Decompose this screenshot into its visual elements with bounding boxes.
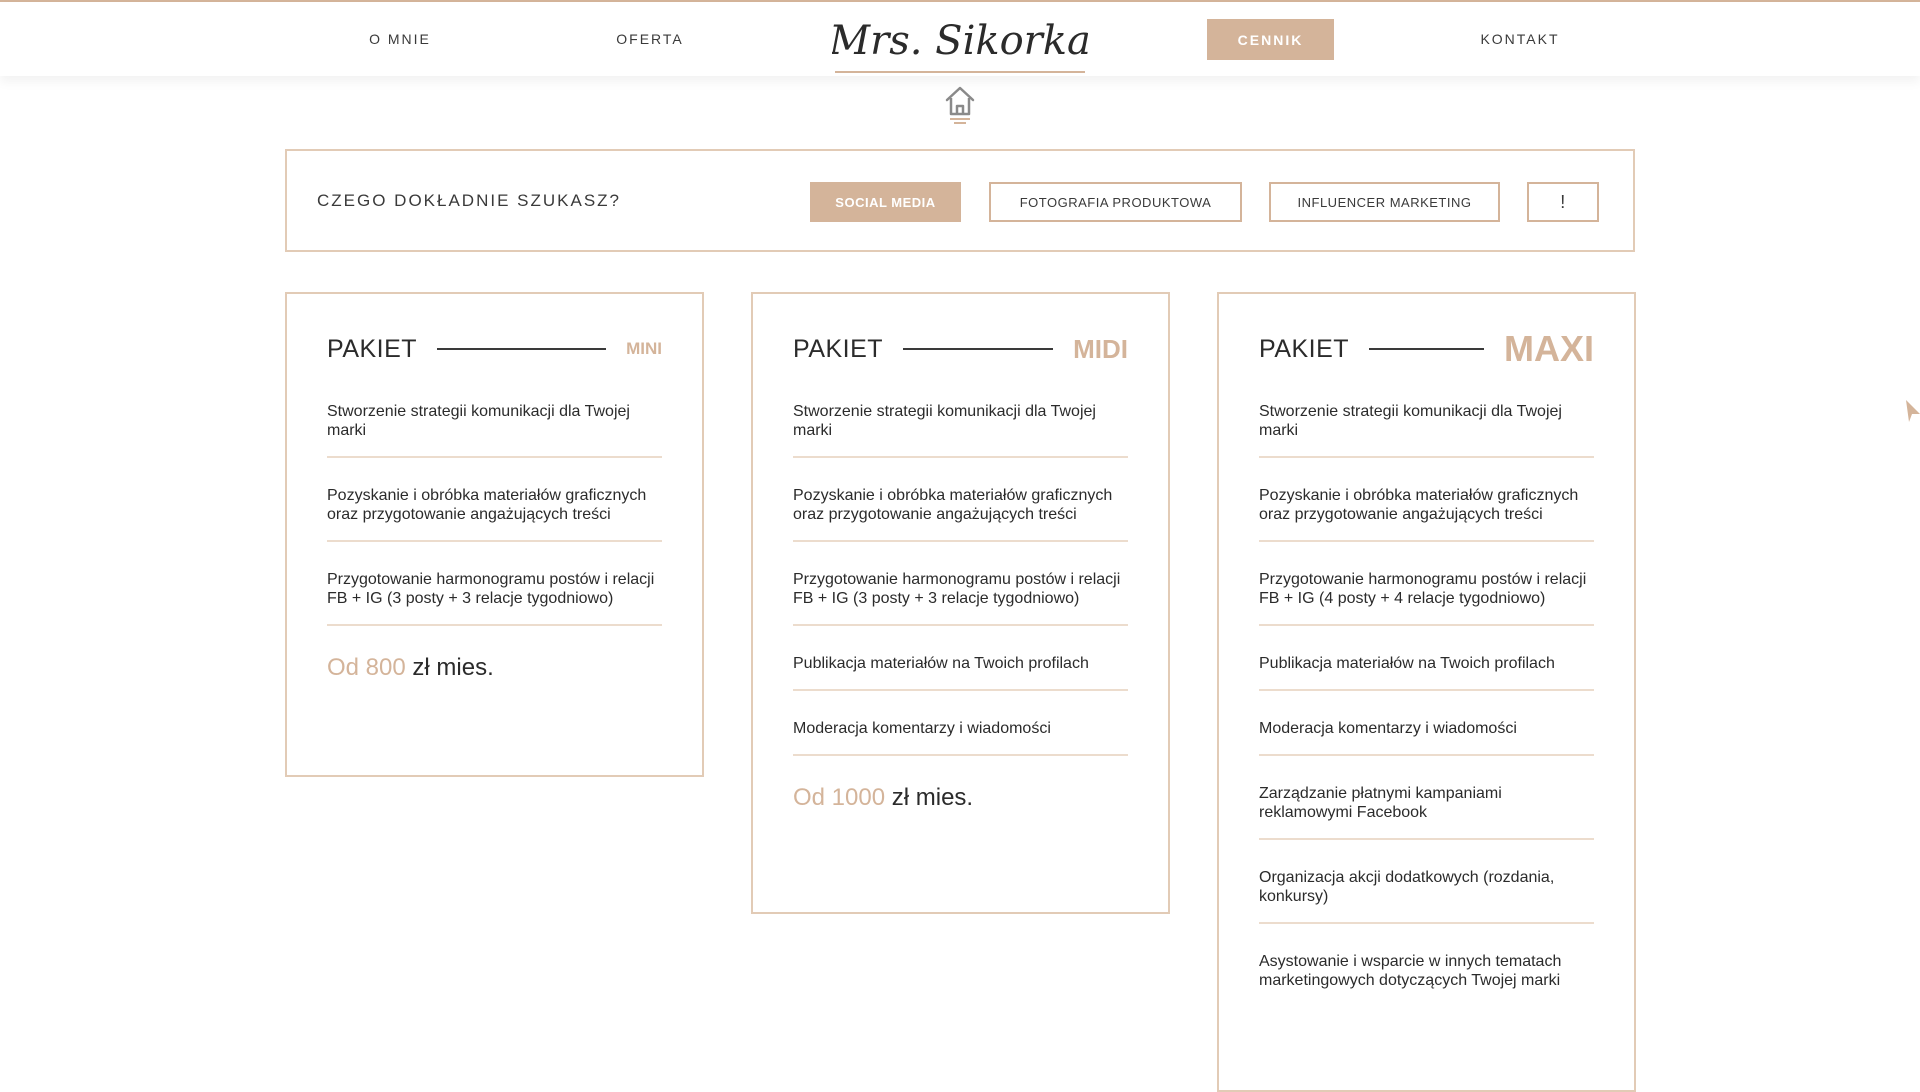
filter-fotografia-produktowa-button[interactable]: FOTOGRAFIA PRODUKTOWA (989, 182, 1242, 222)
header-divider (1369, 348, 1484, 350)
package-feature: Publikacja materiałów na Twoich profilac… (1259, 654, 1594, 691)
package-feature: Przygotowanie harmonogramu postów i rela… (327, 570, 662, 626)
filter-influencer-marketing-button[interactable]: INFLUENCER MARKETING (1269, 182, 1500, 222)
nav-o-mnie[interactable]: O MNIE (340, 2, 460, 76)
cursor-arrow-icon (1906, 400, 1920, 422)
package-card-maxi: PAKIET MAXI Stworzenie strategii komunik… (1217, 292, 1636, 1092)
price-amount: Od 800 (327, 654, 406, 681)
package-label: PAKIET (1259, 334, 1350, 363)
package-feature: Moderacja komentarzy i wiadomości (793, 719, 1128, 756)
price-unit: zł mies. (405, 654, 494, 681)
package-header: PAKIET MIDI (793, 334, 1128, 364)
package-card-mini: PAKIET MINI Stworzenie strategii komunik… (285, 292, 704, 777)
header-divider (437, 348, 607, 350)
package-feature: Przygotowanie harmonogramu postów i rela… (1259, 570, 1594, 626)
package-price: Od 1000 zł mies. (793, 784, 1128, 812)
package-size: MIDI (1073, 333, 1128, 364)
category-filter: CZEGO DOKŁADNIE SZUKASZ? SOCIAL MEDIA FO… (285, 149, 1635, 252)
package-feature: Pozyskanie i obróbka materiałów graficzn… (1259, 486, 1594, 542)
filter-social-media-button[interactable]: SOCIAL MEDIA (810, 182, 961, 222)
package-feature: Przygotowanie harmonogramu postów i rela… (793, 570, 1128, 626)
package-feature: Asystowanie i wsparcie w innych tematach… (1259, 953, 1562, 989)
package-header: PAKIET MINI (327, 334, 662, 364)
header-divider (903, 348, 1054, 350)
logo-script: Mrs. Sikorka (832, 18, 1088, 64)
site-logo[interactable]: Mrs. Sikorka (832, 8, 1088, 76)
price-amount: Od 1000 (793, 784, 886, 811)
package-card-midi: PAKIET MIDI Stworzenie strategii komunik… (751, 292, 1170, 914)
package-feature: Organizacja akcji dodatkowych (rozdania,… (1259, 868, 1594, 924)
package-label: PAKIET (327, 334, 418, 363)
nav-oferta[interactable]: OFERTA (590, 2, 710, 76)
package-feature: Pozyskanie i obróbka materiałów graficzn… (327, 486, 662, 542)
package-price: Od 800 zł mies. (327, 654, 662, 682)
package-label: PAKIET (793, 334, 884, 363)
package-size: MAXI (1504, 328, 1594, 369)
price-unit: zł mies. (885, 784, 974, 811)
package-feature: Publikacja materiałów na Twoich profilac… (793, 654, 1128, 691)
filter-label: CZEGO DOKŁADNIE SZUKASZ? (317, 190, 621, 210)
svg-text:Mrs. Sikorka: Mrs. Sikorka (832, 18, 1088, 64)
nav-kontakt[interactable]: KONTAKT (1460, 2, 1580, 76)
package-feature: Stworzenie strategii komunikacji dla Two… (1259, 402, 1594, 458)
package-feature: Zarządzanie płatnymi kampaniami reklamow… (1259, 784, 1594, 840)
nav-cennik[interactable]: CENNIK (1207, 19, 1334, 60)
package-feature: Stworzenie strategii komunikacji dla Two… (327, 402, 662, 458)
site-header: O MNIE OFERTA Mrs. Sikorka CENNIK KONTAK… (0, 2, 1920, 76)
home-icon[interactable] (942, 82, 978, 126)
package-feature: Pozyskanie i obróbka materiałów graficzn… (793, 486, 1128, 542)
package-feature: Moderacja komentarzy i wiadomości (1259, 719, 1594, 756)
filter-exclamation-button[interactable]: ! (1527, 182, 1599, 222)
package-size: MINI (626, 339, 662, 358)
package-feature: Stworzenie strategii komunikacji dla Two… (793, 402, 1128, 458)
logo-underline (835, 71, 1085, 73)
package-header: PAKIET MAXI (1259, 328, 1594, 369)
